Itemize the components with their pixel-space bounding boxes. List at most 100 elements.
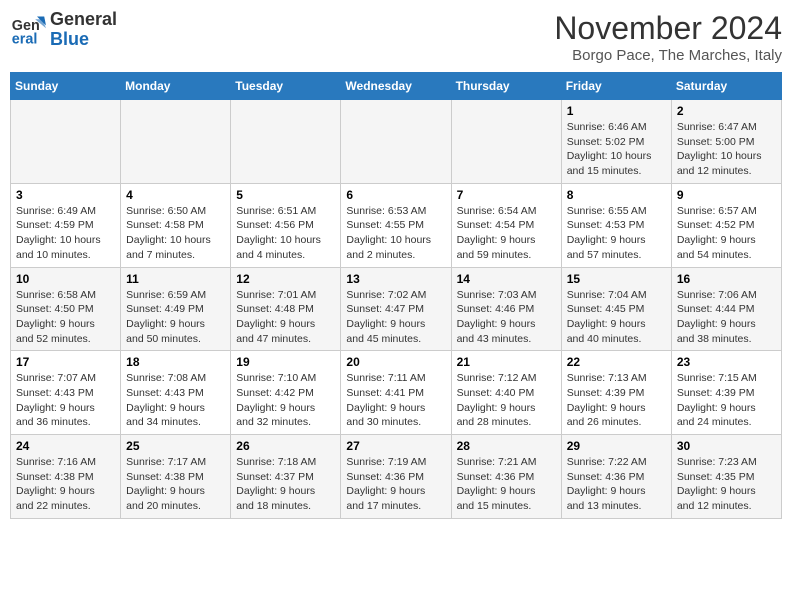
- day-info: Sunrise: 6:54 AM Sunset: 4:54 PM Dayligh…: [457, 204, 556, 263]
- logo-text-blue: Blue: [50, 30, 117, 50]
- day-number: 26: [236, 439, 335, 453]
- day-info: Sunrise: 7:10 AM Sunset: 4:42 PM Dayligh…: [236, 371, 335, 430]
- calendar-week-1: 1Sunrise: 6:46 AM Sunset: 5:02 PM Daylig…: [11, 100, 782, 184]
- calendar-cell: 25 Sunrise: 7:17 AM Sunset: 4:38 PM Dayli…: [121, 435, 231, 519]
- day-number: 29: [567, 439, 666, 453]
- day-number: 11: [126, 272, 225, 286]
- day-number: 2: [677, 104, 776, 118]
- month-title: November 2024: [554, 10, 782, 47]
- day-number: 25: [126, 439, 225, 453]
- day-info: Sunrise: 6:50 AM Sunset: 4:58 PM Dayligh…: [126, 204, 225, 263]
- day-header-friday: Friday: [561, 73, 671, 100]
- day-info: Sunrise: 7:04 AM Sunset: 4:45 PM Dayligh…: [567, 288, 666, 347]
- day-info: Sunrise: 6:53 AM Sunset: 4:55 PM Dayligh…: [346, 204, 445, 263]
- calendar-body: 1Sunrise: 6:46 AM Sunset: 5:02 PM Daylig…: [11, 100, 782, 519]
- calendar-week-4: 17Sunrise: 7:07 AM Sunset: 4:43 PM Dayli…: [11, 351, 782, 435]
- day-number: 15: [567, 272, 666, 286]
- day-header-saturday: Saturday: [671, 73, 781, 100]
- calendar-cell: [11, 100, 121, 184]
- day-info: Sunrise: 7:16 AM Sunset: 4:38 PM Dayligh…: [16, 455, 115, 514]
- day-number: 12: [236, 272, 335, 286]
- calendar-cell: 5Sunrise: 6:51 AM Sunset: 4:56 PM Daylig…: [231, 183, 341, 267]
- day-info: Sunrise: 7:23 AM Sunset: 4:35 PM Dayligh…: [677, 455, 776, 514]
- calendar-cell: 13 Sunrise: 7:02 AM Sunset: 4:47 PM Dayli…: [341, 267, 451, 351]
- calendar-week-2: 3 Sunrise: 6:49 AM Sunset: 4:59 PM Daylig…: [11, 183, 782, 267]
- day-info: Sunrise: 6:49 AM Sunset: 4:59 PM Dayligh…: [16, 204, 115, 263]
- calendar-cell: 19 Sunrise: 7:10 AM Sunset: 4:42 PM Dayli…: [231, 351, 341, 435]
- calendar-cell: 22 Sunrise: 7:13 AM Sunset: 4:39 PM Dayli…: [561, 351, 671, 435]
- day-info: Sunrise: 7:19 AM Sunset: 4:36 PM Dayligh…: [346, 455, 445, 514]
- calendar-cell: 14 Sunrise: 7:03 AM Sunset: 4:46 PM Dayli…: [451, 267, 561, 351]
- day-info: Sunrise: 7:13 AM Sunset: 4:39 PM Dayligh…: [567, 371, 666, 430]
- day-number: 4: [126, 188, 225, 202]
- day-number: 30: [677, 439, 776, 453]
- header-row: SundayMondayTuesdayWednesdayThursdayFrid…: [11, 73, 782, 100]
- day-number: 19: [236, 355, 335, 369]
- day-header-tuesday: Tuesday: [231, 73, 341, 100]
- day-number: 27: [346, 439, 445, 453]
- day-number: 28: [457, 439, 556, 453]
- page-header: Gen eral General Blue November 2024 Borg…: [10, 10, 782, 64]
- day-header-thursday: Thursday: [451, 73, 561, 100]
- day-info: Sunrise: 7:15 AM Sunset: 4:39 PM Dayligh…: [677, 371, 776, 430]
- day-info: Sunrise: 7:11 AM Sunset: 4:41 PM Dayligh…: [346, 371, 445, 430]
- calendar-cell: 9 Sunrise: 6:57 AM Sunset: 4:52 PM Daylig…: [671, 183, 781, 267]
- calendar-week-5: 24Sunrise: 7:16 AM Sunset: 4:38 PM Dayli…: [11, 435, 782, 519]
- day-header-wednesday: Wednesday: [341, 73, 451, 100]
- day-info: Sunrise: 7:02 AM Sunset: 4:47 PM Dayligh…: [346, 288, 445, 347]
- day-header-sunday: Sunday: [11, 73, 121, 100]
- calendar-header: SundayMondayTuesdayWednesdayThursdayFrid…: [11, 73, 782, 100]
- day-info: Sunrise: 7:06 AM Sunset: 4:44 PM Dayligh…: [677, 288, 776, 347]
- day-info: Sunrise: 6:57 AM Sunset: 4:52 PM Dayligh…: [677, 204, 776, 263]
- calendar-cell: 6Sunrise: 6:53 AM Sunset: 4:55 PM Daylig…: [341, 183, 451, 267]
- calendar-cell: 23 Sunrise: 7:15 AM Sunset: 4:39 PM Dayli…: [671, 351, 781, 435]
- day-number: 13: [346, 272, 445, 286]
- day-info: Sunrise: 6:46 AM Sunset: 5:02 PM Dayligh…: [567, 120, 666, 179]
- calendar-cell: 12 Sunrise: 7:01 AM Sunset: 4:48 PM Dayli…: [231, 267, 341, 351]
- svg-text:eral: eral: [12, 31, 38, 47]
- day-info: Sunrise: 6:47 AM Sunset: 5:00 PM Dayligh…: [677, 120, 776, 179]
- calendar-cell: 29 Sunrise: 7:22 AM Sunset: 4:36 PM Dayli…: [561, 435, 671, 519]
- calendar-cell: 1Sunrise: 6:46 AM Sunset: 5:02 PM Daylig…: [561, 100, 671, 184]
- calendar-cell: 7Sunrise: 6:54 AM Sunset: 4:54 PM Daylig…: [451, 183, 561, 267]
- day-header-monday: Monday: [121, 73, 231, 100]
- calendar-cell: 11 Sunrise: 6:59 AM Sunset: 4:49 PM Dayli…: [121, 267, 231, 351]
- calendar-cell: [121, 100, 231, 184]
- day-info: Sunrise: 7:01 AM Sunset: 4:48 PM Dayligh…: [236, 288, 335, 347]
- calendar-cell: 10Sunrise: 6:58 AM Sunset: 4:50 PM Dayli…: [11, 267, 121, 351]
- day-number: 3: [16, 188, 115, 202]
- day-info: Sunrise: 6:55 AM Sunset: 4:53 PM Dayligh…: [567, 204, 666, 263]
- calendar-cell: [231, 100, 341, 184]
- day-number: 22: [567, 355, 666, 369]
- day-number: 17: [16, 355, 115, 369]
- calendar-table: SundayMondayTuesdayWednesdayThursdayFrid…: [10, 72, 782, 519]
- day-number: 5: [236, 188, 335, 202]
- logo-icon: Gen eral: [10, 12, 46, 48]
- day-info: Sunrise: 7:22 AM Sunset: 4:36 PM Dayligh…: [567, 455, 666, 514]
- calendar-cell: 4 Sunrise: 6:50 AM Sunset: 4:58 PM Daylig…: [121, 183, 231, 267]
- calendar-cell: 8Sunrise: 6:55 AM Sunset: 4:53 PM Daylig…: [561, 183, 671, 267]
- day-number: 10: [16, 272, 115, 286]
- calendar-cell: 2 Sunrise: 6:47 AM Sunset: 5:00 PM Daylig…: [671, 100, 781, 184]
- day-info: Sunrise: 7:17 AM Sunset: 4:38 PM Dayligh…: [126, 455, 225, 514]
- day-info: Sunrise: 7:21 AM Sunset: 4:36 PM Dayligh…: [457, 455, 556, 514]
- calendar-cell: 30 Sunrise: 7:23 AM Sunset: 4:35 PM Dayli…: [671, 435, 781, 519]
- calendar-cell: [341, 100, 451, 184]
- calendar-cell: 16 Sunrise: 7:06 AM Sunset: 4:44 PM Dayli…: [671, 267, 781, 351]
- calendar-cell: 3 Sunrise: 6:49 AM Sunset: 4:59 PM Daylig…: [11, 183, 121, 267]
- title-area: November 2024 Borgo Pace, The Marches, I…: [554, 10, 782, 64]
- day-number: 16: [677, 272, 776, 286]
- calendar-cell: 18Sunrise: 7:08 AM Sunset: 4:43 PM Dayli…: [121, 351, 231, 435]
- day-number: 9: [677, 188, 776, 202]
- logo-text-general: General: [50, 10, 117, 30]
- calendar-cell: 24Sunrise: 7:16 AM Sunset: 4:38 PM Dayli…: [11, 435, 121, 519]
- day-info: Sunrise: 6:59 AM Sunset: 4:49 PM Dayligh…: [126, 288, 225, 347]
- logo: Gen eral General Blue: [10, 10, 117, 50]
- day-info: Sunrise: 7:18 AM Sunset: 4:37 PM Dayligh…: [236, 455, 335, 514]
- calendar-cell: [451, 100, 561, 184]
- calendar-cell: 15 Sunrise: 7:04 AM Sunset: 4:45 PM Dayli…: [561, 267, 671, 351]
- day-number: 23: [677, 355, 776, 369]
- day-number: 14: [457, 272, 556, 286]
- day-info: Sunrise: 7:03 AM Sunset: 4:46 PM Dayligh…: [457, 288, 556, 347]
- day-info: Sunrise: 7:12 AM Sunset: 4:40 PM Dayligh…: [457, 371, 556, 430]
